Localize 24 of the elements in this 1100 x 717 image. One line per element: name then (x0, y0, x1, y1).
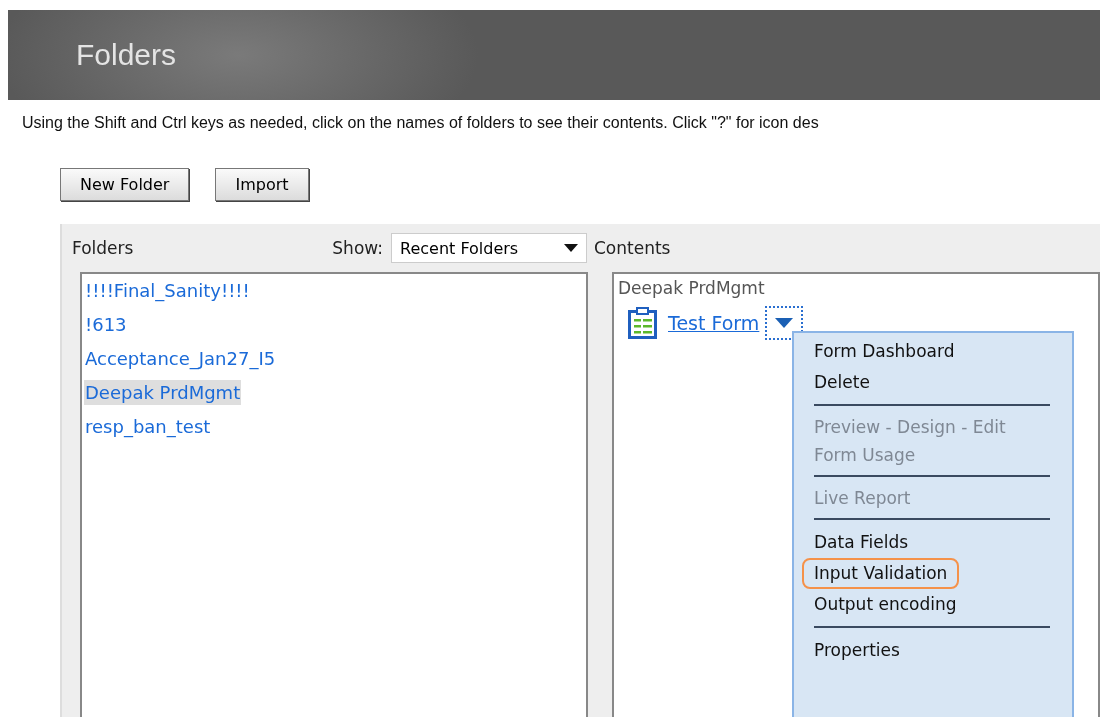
menu-item[interactable]: Delete (802, 367, 882, 398)
folder-item[interactable]: Deepak PrdMgmt (84, 380, 242, 405)
contents-heading: Contents (594, 238, 671, 258)
menu-item[interactable]: Data Fields (802, 527, 921, 558)
caret-icon (564, 244, 578, 252)
folder-item[interactable]: resp_ban_test (84, 414, 212, 439)
page-title: Folders (76, 38, 177, 72)
caret-icon (775, 318, 794, 328)
folders-heading: Folders (72, 238, 134, 258)
show-label: Show: (332, 238, 383, 258)
menu-item[interactable]: Input Validation (802, 558, 960, 589)
menu-item[interactable]: Properties (802, 635, 912, 666)
toolbar-button[interactable]: Import (215, 168, 309, 201)
folder-item[interactable]: Acceptance_Jan27_I5 (84, 346, 277, 371)
menu-item[interactable]: Output encoding (802, 589, 969, 620)
form-link[interactable]: Test Form (668, 312, 760, 334)
toolbar-button[interactable]: New Folder (60, 168, 190, 201)
folder-item[interactable]: !!!!Final_Sanity!!!! (84, 278, 251, 303)
clipboard-icon (628, 307, 658, 339)
folder-item[interactable]: !613 (84, 312, 128, 337)
menu-item[interactable]: Form Dashboard (802, 336, 967, 367)
show-dropdown[interactable]: Recent Folders (391, 233, 587, 263)
instructions-text: Using the Shift and Ctrl keys as needed, click on the names of folders to see their contents. Click "?" for icon des (22, 114, 820, 132)
folder-name: Deepak PrdMgmt (618, 278, 766, 298)
